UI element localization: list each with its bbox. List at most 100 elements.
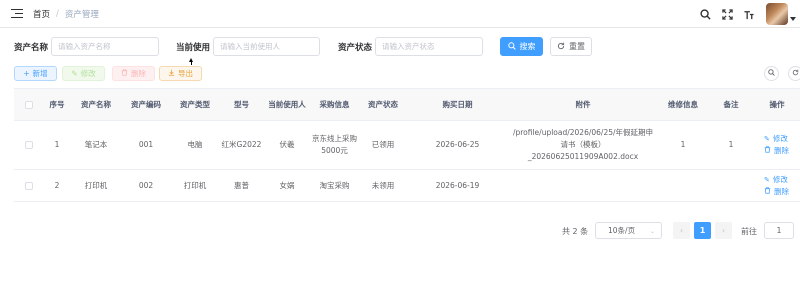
page-size-value: 10条/页	[608, 226, 636, 235]
reset-button-label: 重置	[569, 42, 585, 51]
toolbar: + 新增 ✎ 修改 删除 导出	[0, 66, 800, 82]
download-icon	[168, 69, 175, 78]
export-button[interactable]: 导出	[159, 66, 202, 81]
row-edit-button[interactable]: ✎ 修改	[764, 174, 788, 186]
cell-user: 女娲	[279, 180, 295, 190]
row-checkbox[interactable]	[24, 141, 33, 149]
pagination-total: 共 2 条	[562, 227, 589, 236]
table-header-row: 序号 资产名称 资产编码 资产类型 型号 当前使用人 采购信息 资产状态 购买日…	[14, 89, 800, 121]
page-number-button[interactable]: 1	[694, 222, 711, 239]
cell-type: 打印机	[183, 180, 207, 190]
trash-icon	[764, 186, 771, 198]
edit-button[interactable]: ✎ 修改	[62, 66, 105, 81]
header-purchase: 采购信息	[310, 89, 359, 120]
delete-button-label: 删除	[131, 69, 146, 78]
cell-attachment[interactable]: /profile/upload/2026/06/25/年假延期申请书（模板）_2…	[508, 121, 658, 169]
refresh-table-button[interactable]	[788, 66, 800, 81]
row-edit-label: 修改	[772, 174, 788, 184]
cell-status: 已领用	[371, 140, 395, 149]
avatar[interactable]	[766, 3, 788, 25]
cell-actions: ✎ 修改 删除	[754, 170, 800, 201]
search-form: 资产名称 请输入资产名称 当前使用 请输入当前使用人 资产状态 请输入资产状态 …	[0, 37, 800, 57]
asset-name-input[interactable]: 请输入资产名称	[51, 37, 159, 56]
table-row[interactable]: 1 笔记本 001 电脑 红米G2022 伏羲 京东线上采购5000元 已领用 …	[14, 121, 800, 170]
hamburger-icon[interactable]	[11, 8, 23, 19]
cell-actions: ✎ 修改 删除	[754, 121, 800, 169]
header-purchase-date: 购买日期	[407, 89, 508, 120]
search-button[interactable]: 搜索	[500, 37, 543, 56]
cell-code: 001	[138, 140, 154, 149]
add-button[interactable]: + 新增	[14, 66, 57, 81]
edit-icon: ✎	[764, 135, 770, 143]
row-checkbox-cell[interactable]	[14, 121, 43, 169]
search-icon	[768, 69, 775, 78]
trash-icon	[764, 145, 771, 157]
row-delete-button[interactable]: 删除	[764, 145, 789, 157]
delete-button[interactable]: 删除	[112, 66, 155, 81]
header-name: 资产名称	[71, 89, 121, 120]
breadcrumb-separator: /	[56, 8, 59, 19]
row-delete-label: 删除	[774, 186, 789, 196]
asset-table: 序号 资产名称 资产编码 资产类型 型号 当前使用人 采购信息 资产状态 购买日…	[14, 88, 800, 202]
prev-page-button[interactable]: ‹	[673, 222, 690, 239]
cell-purchase-date: 2026-06-19	[435, 180, 480, 190]
table-row[interactable]: 2 打印机 002 打印机 惠普 女娲 淘宝采购 未领用 2026-06-19 …	[14, 170, 800, 202]
refresh-icon	[792, 69, 799, 78]
row-delete-label: 删除	[774, 146, 789, 155]
next-page-button[interactable]: ›	[715, 222, 732, 239]
header-code: 资产编码	[121, 89, 171, 120]
header-attachment: 附件	[508, 89, 658, 120]
search-button-label: 搜索	[519, 42, 536, 51]
row-edit-label: 修改	[772, 134, 788, 143]
page-size-select[interactable]: 10条/页 ⌄	[595, 222, 662, 239]
mouse-cursor	[189, 58, 193, 65]
row-checkbox[interactable]	[24, 181, 33, 190]
breadcrumb-home[interactable]: 首页	[33, 8, 50, 20]
header-remark: 备注	[708, 89, 754, 120]
cell-attachment[interactable]	[508, 170, 658, 201]
asset-status-label: 资产状态	[338, 43, 373, 53]
edit-icon: ✎	[764, 175, 770, 184]
cell-name: 打印机	[84, 180, 108, 190]
trash-icon	[121, 69, 128, 78]
font-size-icon[interactable]	[742, 7, 756, 21]
cell-purchase: 京东线上采购5000元	[312, 134, 357, 155]
cell-user: 伏羲	[279, 140, 295, 149]
header-action: 操作	[754, 89, 800, 120]
row-delete-button[interactable]: 删除	[764, 186, 789, 198]
header-model: 型号	[219, 89, 264, 120]
reset-button[interactable]: 重置	[550, 37, 592, 56]
cell-model: 惠普	[234, 180, 249, 190]
cell-repair: 1	[680, 140, 686, 149]
row-edit-button[interactable]: ✎ 修改	[764, 133, 788, 145]
current-user-input[interactable]: 请输入当前使用人	[213, 37, 320, 56]
header-status: 资产状态	[359, 89, 407, 120]
header-user: 当前使用人	[264, 89, 310, 120]
cell-index: 1	[54, 140, 60, 149]
add-button-label: 新增	[32, 69, 48, 78]
select-all-checkbox-cell[interactable]	[14, 89, 43, 120]
chevron-down-icon[interactable]	[790, 17, 796, 21]
cell-name: 笔记本	[84, 140, 108, 149]
navbar-right	[698, 0, 800, 28]
cell-purchase-date: 2026-06-25	[435, 140, 480, 149]
header-repair: 维修信息	[658, 89, 708, 120]
asset-status-input[interactable]: 请输入资产状态	[375, 37, 483, 56]
search-icon[interactable]	[698, 7, 712, 21]
header-type: 资产类型	[171, 89, 219, 120]
cell-index: 2	[54, 180, 60, 190]
cell-type: 电脑	[187, 140, 203, 149]
row-checkbox-cell[interactable]	[14, 170, 43, 201]
select-all-checkbox[interactable]	[24, 100, 33, 109]
cell-status: 未领用	[371, 180, 395, 190]
cell-purchase: 淘宝采购	[319, 180, 350, 190]
asset-name-label: 资产名称	[14, 43, 49, 53]
fullscreen-icon[interactable]	[720, 7, 734, 21]
jump-page-input[interactable]: 1	[764, 222, 794, 239]
cell-remark	[708, 170, 754, 201]
jump-label: 前往	[741, 227, 757, 236]
toggle-search-button[interactable]	[764, 66, 779, 81]
cell-repair	[658, 170, 708, 201]
plus-icon: +	[23, 69, 30, 78]
cell-model: 红米G2022	[221, 140, 262, 149]
